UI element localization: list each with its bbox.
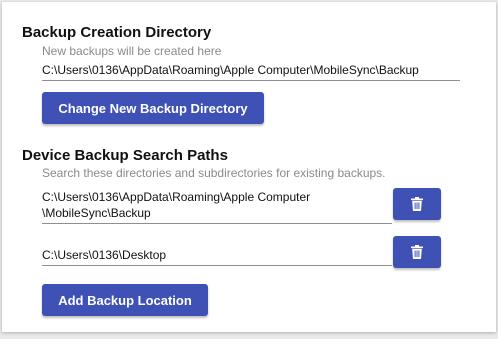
search-path-line: \MobileSync\Backup xyxy=(42,206,151,220)
search-paths-subtitle: Search these directories and subdirector… xyxy=(42,166,386,180)
search-path-line: C:\Users\0136\Desktop xyxy=(42,248,167,262)
settings-card: Backup Creation Directory New backups wi… xyxy=(2,2,496,332)
trash-icon xyxy=(411,197,423,211)
search-path-line: C:\Users\0136\AppData\Roaming\Apple Comp… xyxy=(42,190,311,204)
add-backup-location-button[interactable]: Add Backup Location xyxy=(42,284,208,316)
trash-icon xyxy=(411,245,423,259)
search-path-field[interactable]: C:\Users\0136\Desktop xyxy=(42,247,392,266)
backup-directory-path: C:\Users\0136\AppData\Roaming\Apple Comp… xyxy=(42,63,419,77)
backup-directory-field[interactable]: C:\Users\0136\AppData\Roaming\Apple Comp… xyxy=(42,62,460,81)
change-backup-directory-label: Change New Backup Directory xyxy=(58,100,248,116)
delete-search-path-button[interactable] xyxy=(393,236,441,268)
search-paths-heading: Device Backup Search Paths xyxy=(22,147,228,164)
delete-search-path-button[interactable] xyxy=(393,188,441,220)
change-backup-directory-button[interactable]: Change New Backup Directory xyxy=(42,92,264,124)
backup-creation-heading: Backup Creation Directory xyxy=(22,24,212,41)
search-path-field[interactable]: C:\Users\0136\AppData\Roaming\Apple Comp… xyxy=(42,189,392,224)
add-backup-location-label: Add Backup Location xyxy=(58,292,192,308)
backup-creation-subtitle: New backups will be created here xyxy=(42,44,222,58)
